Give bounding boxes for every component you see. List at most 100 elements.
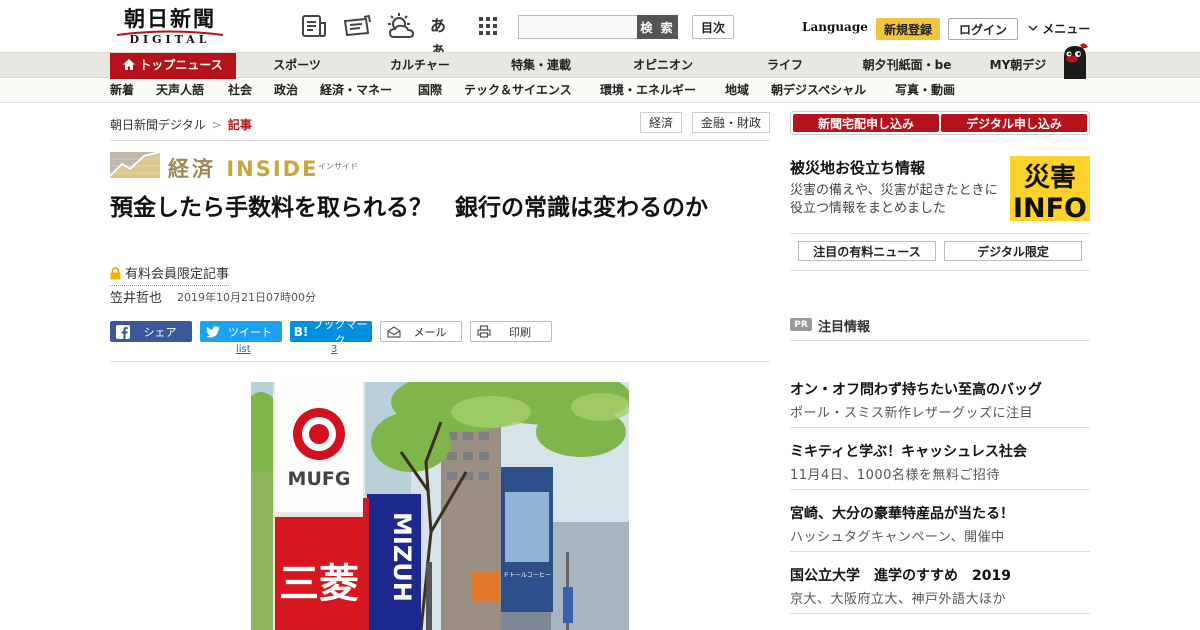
mufg-sign-text: MUFG xyxy=(288,468,351,490)
breadcrumb: 朝日新聞デジタル > 記事 xyxy=(110,116,252,133)
divider xyxy=(790,427,1090,428)
pr-item-subtitle[interactable]: 11月4日、1000名様を無料ご招待 xyxy=(790,464,1000,483)
nav-latest[interactable]: 新着 xyxy=(110,79,134,102)
share-hatena-button[interactable]: B! ブックマーク xyxy=(290,318,372,347)
weather-icon[interactable] xyxy=(386,13,415,39)
print-button[interactable]: 印刷 xyxy=(470,321,552,342)
ticket-icon[interactable] xyxy=(342,13,371,39)
font-size-icon[interactable]: あぁ xyxy=(430,12,458,59)
menu-button[interactable]: メニュー xyxy=(1028,20,1090,37)
pr-item-title[interactable]: ミキティと学ぶ！キャッシュレス社会 xyxy=(790,441,1027,461)
pr-item-subtitle[interactable]: 京大、大阪府立大、神戸外語大ほか xyxy=(790,588,1006,607)
nav-asadigi-special[interactable]: 朝デジスペシャル xyxy=(771,79,866,102)
newspaper-icon[interactable] xyxy=(300,13,328,39)
tag-finance[interactable]: 金融・財政 xyxy=(692,112,770,133)
article-photo[interactable]: ドトールコーヒー MUFG 三菱 MIZUH xyxy=(251,382,629,630)
nav-top-news[interactable]: トップニュース xyxy=(110,53,236,79)
hatena-icon: B! xyxy=(293,324,309,339)
nav-culture[interactable]: カルチャー xyxy=(380,53,460,79)
bank-signs-photo: ドトールコーヒー MUFG 三菱 MIZUH xyxy=(251,382,629,630)
share-facebook-label: シェア xyxy=(143,325,177,339)
chevron-down-icon xyxy=(1028,21,1038,35)
disaster-info-title[interactable]: 被災地お役立ち情報 xyxy=(790,157,925,178)
search-input[interactable] xyxy=(518,15,638,39)
pr-badge: PR xyxy=(790,318,812,331)
pr-item-title[interactable]: オン・オフ問わず持ちたい至高のバッグ xyxy=(790,379,1042,399)
nav-opinion[interactable]: オピニオン xyxy=(622,53,704,79)
primary-nav: トップニュース スポーツ カルチャー 特集・連載 オピニオン ライフ 朝夕刊紙面… xyxy=(0,43,1200,79)
twitter-icon xyxy=(200,325,226,338)
menu-label: メニュー xyxy=(1042,22,1091,36)
paid-news-button[interactable]: 注目の有料ニュース xyxy=(798,241,936,261)
nav-international[interactable]: 国際 xyxy=(418,79,442,102)
divider xyxy=(790,613,1090,614)
site-header: 朝日新聞 DIGITAL あぁ 検 索 目次 Language 新規登録 ログイ… xyxy=(0,0,1200,59)
divider xyxy=(790,551,1090,552)
pr-item-subtitle[interactable]: ハッシュタグキャンペーン、開催中 xyxy=(790,526,1005,545)
divider xyxy=(790,270,1090,271)
pr-item-title[interactable]: 国公立大学 進学のすすめ 2019 xyxy=(790,565,1011,585)
toc-button[interactable]: 目次 xyxy=(692,15,734,39)
divider xyxy=(110,140,770,141)
pr-heading: 注目情報 xyxy=(818,320,871,335)
disaster-banner-top: 災害 xyxy=(1024,162,1076,193)
site-logo[interactable]: 朝日新聞 DIGITAL xyxy=(110,8,230,48)
divider xyxy=(790,233,1090,234)
mufg-kanji-text: 三菱 xyxy=(279,561,359,607)
hatena-count-link[interactable]: 3 xyxy=(331,344,337,355)
nav-features[interactable]: 特集・連載 xyxy=(500,53,582,79)
nav-newspaper-be[interactable]: 朝夕刊紙面・be xyxy=(852,53,962,79)
login-button[interactable]: ログイン xyxy=(948,18,1018,40)
tag-economy[interactable]: 経済 xyxy=(640,112,682,133)
article-date: 2019年10月21日07時00分 xyxy=(177,291,316,304)
subscribe-digital-button[interactable]: デジタル申し込み xyxy=(941,114,1087,132)
mascot-icon[interactable] xyxy=(1058,43,1092,79)
nav-society[interactable]: 社会 xyxy=(228,79,252,102)
series-name-en: INSIDE xyxy=(226,157,319,181)
digital-only-button[interactable]: デジタル限定 xyxy=(944,241,1082,261)
nav-my-asadigi[interactable]: MY朝デジ xyxy=(982,53,1054,79)
nav-photo-video[interactable]: 写真・動画 xyxy=(895,79,955,102)
series-chart-icon xyxy=(109,151,161,178)
nav-environment-energy[interactable]: 環境・エネルギー xyxy=(600,79,696,102)
share-facebook-button[interactable]: シェア xyxy=(110,321,192,342)
subscribe-newspaper-button[interactable]: 新聞宅配申し込み xyxy=(793,114,939,132)
share-hatena-label: ブックマーク xyxy=(312,317,368,347)
disaster-info-banner[interactable]: 災害 INFO xyxy=(1010,156,1090,224)
nav-politics[interactable]: 政治 xyxy=(274,79,298,102)
nav-life[interactable]: ライフ xyxy=(755,53,815,79)
nav-tenseijingo[interactable]: 天声人語 xyxy=(156,79,204,102)
share-twitter-button[interactable]: ツイート xyxy=(200,321,282,342)
printer-icon xyxy=(471,325,497,338)
series-name: 経済 INSIDE xyxy=(168,153,318,183)
pr-item-subtitle[interactable]: ポール・スミス新作レザーグッズに注目 xyxy=(790,402,1033,421)
lock-icon xyxy=(110,267,121,284)
nav-economy-money[interactable]: 経済・マネー xyxy=(320,79,392,102)
nav-region[interactable]: 地域 xyxy=(725,79,749,102)
nav-tech-science[interactable]: テック＆サイエンス xyxy=(464,79,572,102)
twitter-count-link[interactable]: list xyxy=(236,344,251,355)
billboard-text: ドトールコーヒー xyxy=(503,572,551,579)
language-link[interactable]: Language xyxy=(802,20,868,34)
article-headline: 預金したら手数料を取られる？ 銀行の常識は変わるのか xyxy=(110,195,708,221)
mizuho-sign-text: MIZUH xyxy=(388,512,416,602)
series-name-jp: 経済 xyxy=(168,157,216,181)
breadcrumb-current: 記事 xyxy=(227,118,252,132)
divider xyxy=(790,489,1090,490)
register-button[interactable]: 新規登録 xyxy=(876,18,940,40)
pr-item-title[interactable]: 宮崎、大分の豪華特産品が当たる！ xyxy=(790,503,1014,523)
series-subtitle: インサイド xyxy=(318,162,358,171)
divider xyxy=(790,340,1090,341)
home-icon xyxy=(123,54,136,79)
nav-sports[interactable]: スポーツ xyxy=(262,53,332,79)
search-button[interactable]: 検 索 xyxy=(637,15,678,39)
paid-member-label[interactable]: 有料会員限定記事 xyxy=(110,263,230,286)
secondary-nav: 新着 天声人語 社会 政治 経済・マネー 国際 テック＆サイエンス 環境・エネル… xyxy=(0,79,1200,103)
share-mail-button[interactable]: メール xyxy=(380,321,462,342)
divider xyxy=(110,361,770,362)
breadcrumb-home[interactable]: 朝日新聞デジタル xyxy=(110,118,206,132)
subscribe-box: 新聞宅配申し込み デジタル申し込み xyxy=(790,111,1090,135)
nav-top-news-label: トップニュース xyxy=(139,58,223,72)
share-mail-label: メール xyxy=(413,325,447,339)
apps-grid-icon[interactable] xyxy=(478,13,506,39)
